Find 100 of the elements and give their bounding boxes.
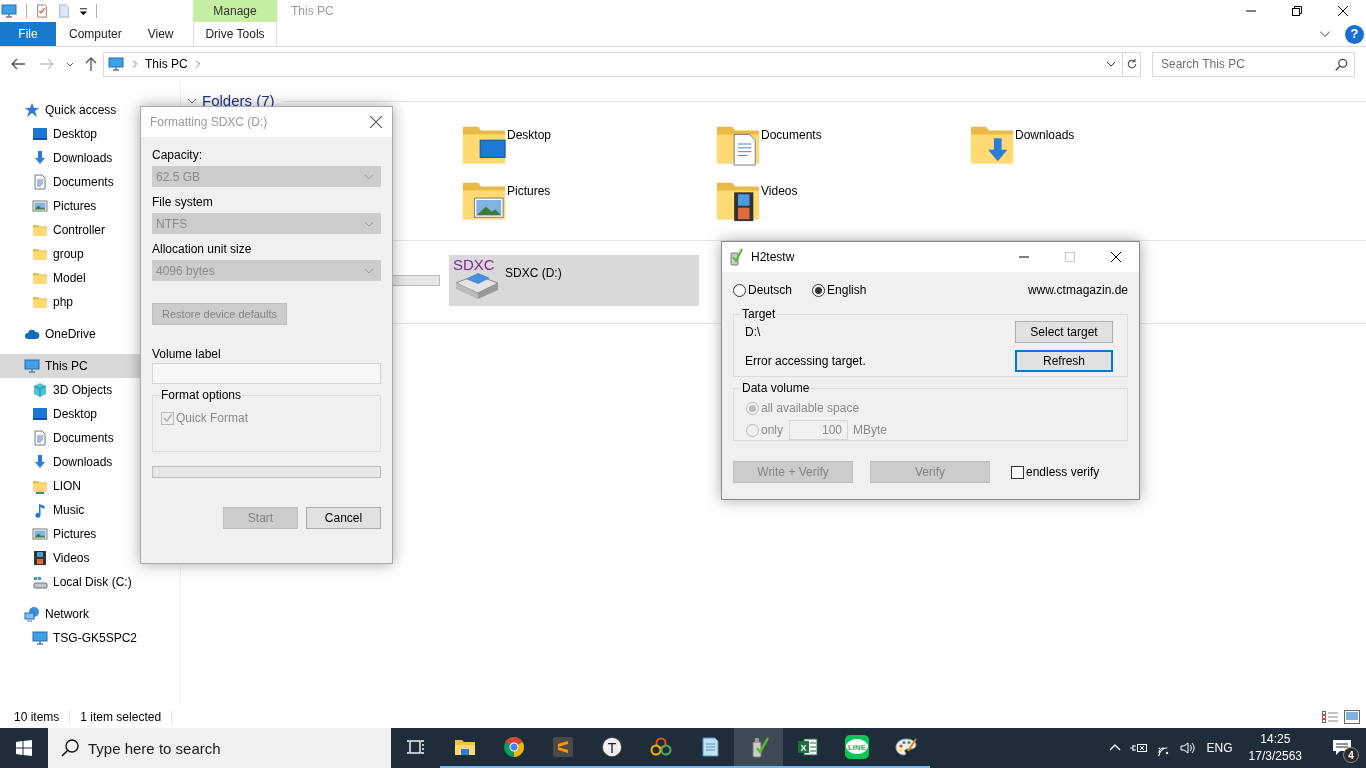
folder-icon	[32, 478, 48, 494]
dialog-title: Formatting SDXC (D:)	[150, 114, 268, 131]
group-label: Format options	[160, 388, 243, 402]
up-arrow-icon	[83, 56, 99, 72]
ribbon-tab[interactable]: View	[134, 22, 187, 46]
four-panes-icon	[16, 740, 32, 756]
checklist-icon[interactable]	[35, 3, 49, 19]
nav-item[interactable]: Local Disk (C:)	[0, 570, 180, 594]
item-count: 10 items	[14, 708, 60, 726]
status-message: Error accessing target.	[745, 353, 867, 370]
checkbox[interactable]	[1011, 465, 1024, 479]
large-icons-view-icon[interactable]	[1344, 709, 1360, 724]
dropdown-chevron-icon[interactable]	[1106, 59, 1116, 69]
folder-icon	[32, 222, 48, 238]
dialog-button[interactable]: Cancel	[306, 507, 381, 529]
restore-icon	[1292, 6, 1302, 16]
notification-count: 4	[1343, 747, 1359, 763]
speaker-icon[interactable]	[1178, 740, 1195, 756]
star-icon	[24, 102, 40, 118]
radio-button[interactable]	[812, 283, 826, 297]
monitor-icon	[24, 358, 40, 374]
ribbon-tab[interactable]: Computer	[56, 22, 135, 46]
task-view-icon	[405, 738, 426, 756]
notification-button[interactable]: 4	[1318, 728, 1366, 768]
drive-icon	[32, 574, 48, 590]
palette-icon	[893, 735, 918, 759]
nav-item[interactable]: Downloads	[0, 450, 180, 474]
ribbon-tab[interactable]: File	[0, 22, 56, 46]
music-note-icon	[32, 502, 48, 518]
desktop-icon	[32, 406, 48, 422]
volume-label-field[interactable]	[152, 363, 381, 384]
close-icon	[370, 116, 382, 128]
taskbar-search-field[interactable]: Type here to search	[48, 728, 391, 768]
taskbar-app[interactable]: T	[587, 728, 636, 768]
radio-label: only	[761, 422, 783, 439]
maximize-icon	[1065, 252, 1075, 262]
picture-icon	[32, 526, 48, 542]
folder-item[interactable]: Documents	[714, 120, 968, 176]
group-label: Target	[741, 307, 777, 321]
field-label: Capacity:	[152, 148, 204, 162]
download-arrow-icon	[32, 150, 48, 166]
drive-item[interactable]: SDXC SDXC (D:)	[449, 255, 699, 306]
taskbar-app[interactable]	[734, 728, 783, 768]
help-button[interactable]: ?	[1345, 24, 1364, 44]
monitor-icon[interactable]	[0, 3, 18, 19]
unit-label: MByte	[853, 422, 888, 439]
search-field[interactable]: Search This PC	[1152, 51, 1355, 77]
picture-icon	[32, 198, 48, 214]
window-title: This PC	[291, 3, 334, 20]
clock-time[interactable]: 14:25	[1260, 731, 1291, 748]
cube-icon	[32, 382, 48, 398]
language-indicator[interactable]: ENG	[1206, 739, 1233, 757]
folder-icon	[32, 294, 48, 310]
selection-count: 1 item selected	[80, 708, 162, 726]
nav-item[interactable]: Documents	[0, 426, 180, 450]
nav-item[interactable]: Network	[0, 602, 180, 626]
usb-stick-icon	[729, 248, 743, 266]
nav-item[interactable]: TSG-GK5SPC2	[0, 626, 180, 650]
collapse-chevron-icon[interactable]	[1319, 28, 1331, 40]
contextual-tab-header: Manage	[193, 0, 277, 22]
radio-button[interactable]	[733, 283, 746, 297]
close-icon	[1338, 6, 1348, 16]
nav-item[interactable]: OneDrive	[0, 322, 180, 346]
group-label: Data volume	[741, 381, 811, 395]
download-arrow-icon	[32, 454, 48, 470]
folder-item[interactable]: Videos	[714, 176, 968, 232]
chevron-right-icon	[131, 60, 139, 68]
radio-label: English	[827, 282, 867, 299]
website-link[interactable]: www.ctmagazin.de	[1027, 281, 1128, 299]
search-icon	[60, 738, 80, 758]
taskbar-app[interactable]: X	[783, 728, 832, 768]
monitor-icon	[107, 56, 125, 72]
folder-item[interactable]: Desktop	[460, 120, 714, 176]
close-icon	[1111, 252, 1121, 262]
folder-item[interactable]: Pictures	[460, 176, 714, 232]
chevron-icon[interactable]	[187, 96, 197, 106]
clock-date[interactable]: 17/3/2563	[1248, 748, 1302, 765]
folder-item[interactable]: Downloads	[968, 120, 1222, 176]
forward-arrow-icon	[39, 56, 55, 72]
chevron-right-icon	[193, 60, 202, 68]
details-view-icon[interactable]	[1322, 709, 1338, 724]
search-icon	[1334, 57, 1348, 72]
chevron-down-icon	[66, 61, 74, 67]
desktop-icon	[32, 126, 48, 142]
target-path: D:\	[745, 324, 762, 341]
document-icon	[32, 174, 48, 190]
monitor-icon	[32, 630, 48, 646]
breadcrumb[interactable]: This PC	[145, 55, 188, 73]
ribbon-tab[interactable]: Drive Tools	[193, 22, 277, 46]
address-bar[interactable]: This PC	[103, 51, 1141, 77]
back-arrow-icon	[10, 56, 26, 72]
stripes-logo-icon	[550, 735, 575, 759]
nav-item[interactable]: Music	[0, 498, 180, 522]
dialog-title: H2testw	[751, 249, 795, 266]
field-label: Allocation unit size	[152, 242, 253, 256]
radio-label: Deutsch	[748, 282, 793, 299]
radio-label: all available space	[761, 400, 860, 417]
folder-icon	[32, 270, 48, 286]
dropdown-caret-icon[interactable]	[79, 6, 88, 16]
letter-logo-icon: T	[599, 735, 624, 759]
